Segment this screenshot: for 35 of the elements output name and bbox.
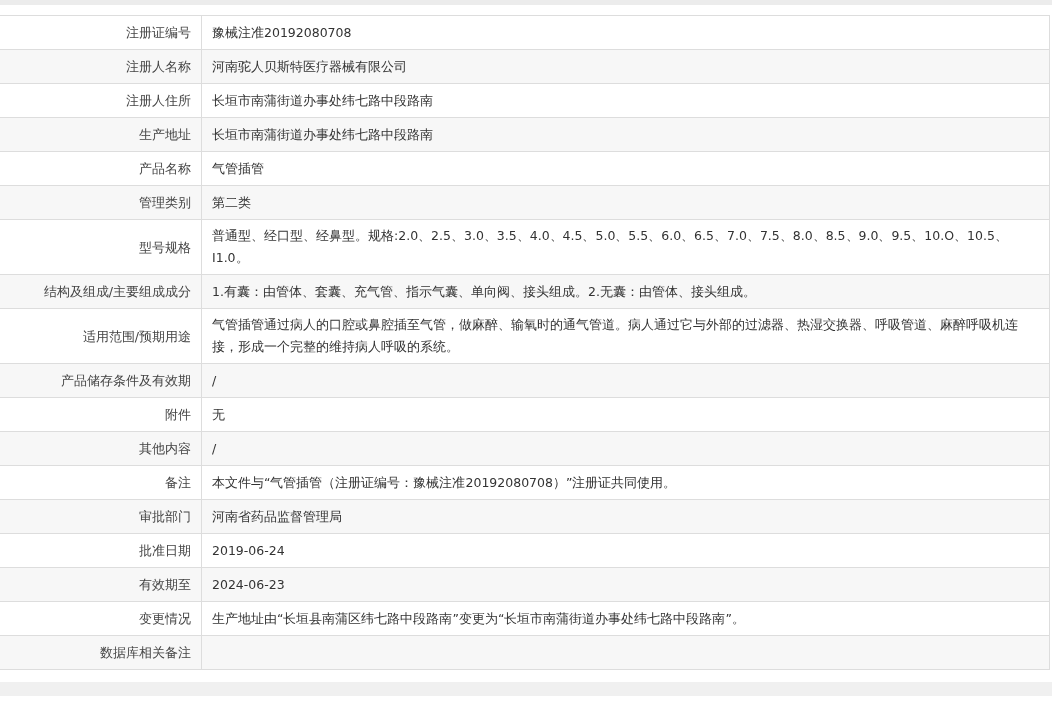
field-value: 长垣市南蒲街道办事处纬七路中段路南: [201, 83, 1050, 118]
field-label: 数据库相关备注: [0, 635, 202, 670]
field-label: 结构及组成/主要组成成分: [0, 274, 202, 309]
field-value: 普通型、经口型、经鼻型。规格:2.0、2.5、3.0、3.5、4.0、4.5、5.0、5.5、6.0、6.5、7.0、7.5、8.0、8.5、9.0、9.5、10.O、10.5、I1.0。: [201, 219, 1050, 275]
field-value: /: [201, 363, 1050, 398]
field-label: 注册人住所: [0, 83, 202, 118]
field-label: 审批部门: [0, 499, 202, 534]
field-label: 生产地址: [0, 117, 202, 152]
field-label: 注册证编号: [0, 15, 202, 50]
field-value: 豫械注准20192080708: [201, 15, 1050, 50]
field-label: 备注: [0, 465, 202, 500]
field-label: 附件: [0, 397, 202, 432]
field-value: 2019-06-24: [201, 533, 1050, 568]
field-label: 产品储存条件及有效期: [0, 363, 202, 398]
field-value: /: [201, 431, 1050, 466]
field-label: 批准日期: [0, 533, 202, 568]
field-label: 产品名称: [0, 151, 202, 186]
field-value: 气管插管通过病人的口腔或鼻腔插至气管，做麻醉、输氧时的通气管道。病人通过它与外部的过滤器、热湿交换器、呼吸管道、麻醉呼吸机连接，形成一个完整的维持病人呼吸的系统。: [201, 308, 1050, 364]
field-label: 有效期至: [0, 567, 202, 602]
field-value: 长垣市南蒲街道办事处纬七路中段路南: [201, 117, 1050, 152]
field-label: 型号规格: [0, 219, 202, 275]
field-value: 生产地址由“长垣县南蒲区纬七路中段路南”变更为“长垣市南蒲街道办事处纬七路中段路南”。: [201, 601, 1050, 636]
field-value: 河南省药品监督管理局: [201, 499, 1050, 534]
field-value: 1.有囊：由管体、套囊、充气管、指示气囊、单向阀、接头组成。2.无囊：由管体、接头组成。: [201, 274, 1050, 309]
field-label: 管理类别: [0, 185, 202, 220]
field-label: 适用范围/预期用途: [0, 308, 202, 364]
field-label: 变更情况: [0, 601, 202, 636]
field-value: 无: [201, 397, 1050, 432]
field-value: 气管插管: [201, 151, 1050, 186]
field-label: 注册人名称: [0, 49, 202, 84]
field-value: 第二类: [201, 185, 1050, 220]
field-label: 其他内容: [0, 431, 202, 466]
field-value: 2024-06-23: [201, 567, 1050, 602]
field-value: 本文件与“气管插管（注册证编号：豫械注准20192080708）”注册证共同使用。: [201, 465, 1050, 500]
field-value: 河南驼人贝斯特医疗器械有限公司: [201, 49, 1050, 84]
